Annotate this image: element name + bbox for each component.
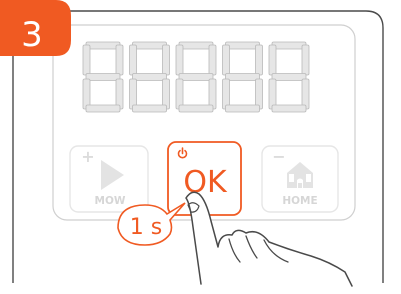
display-segment (222, 78, 230, 110)
display-segment (225, 104, 260, 113)
mow-button-label: MOW (95, 195, 126, 207)
display-segment (162, 78, 170, 110)
display-segment (175, 44, 184, 76)
display-segment (222, 44, 230, 76)
home-button[interactable]: − HOME (261, 145, 339, 213)
mow-plus-symbol: + (81, 147, 94, 166)
display-segment (255, 78, 263, 110)
home-minus-symbol: − (272, 147, 285, 166)
display-segment (268, 44, 277, 76)
instruction-illustration: + MOW OK − HOME 1 s 3 (0, 0, 384, 287)
callout-text: 1 s (130, 215, 162, 240)
display-segment (175, 78, 184, 110)
display-segment (162, 44, 170, 76)
display-segment (85, 104, 121, 113)
display-segment (132, 104, 167, 113)
display-segment (301, 44, 310, 76)
display-segment (82, 44, 91, 76)
display-segment (129, 44, 137, 76)
display-segment (129, 78, 137, 110)
mow-button[interactable]: + MOW (69, 145, 149, 213)
display-segment (208, 44, 217, 76)
display-segment (271, 104, 307, 113)
home-button-label: HOME (282, 195, 317, 207)
display-segment (225, 73, 260, 81)
display-segment (255, 44, 263, 76)
display-segment (115, 78, 124, 110)
display-segment (132, 41, 167, 50)
display-segment (271, 41, 307, 50)
display-segment (268, 78, 277, 110)
display-segment (82, 78, 91, 110)
display-segment (85, 73, 121, 81)
display-segment (225, 41, 260, 50)
display-segment (115, 44, 124, 76)
step-number: 3 (21, 15, 43, 55)
display-segment (132, 73, 167, 81)
display-segment (208, 78, 217, 110)
display-segment (85, 41, 121, 50)
display-segment (301, 78, 310, 110)
step-badge: 3 (0, 0, 71, 56)
display-segment (178, 104, 214, 113)
display-segment (178, 41, 214, 50)
display-segment (178, 73, 214, 81)
display-segment (271, 73, 307, 81)
